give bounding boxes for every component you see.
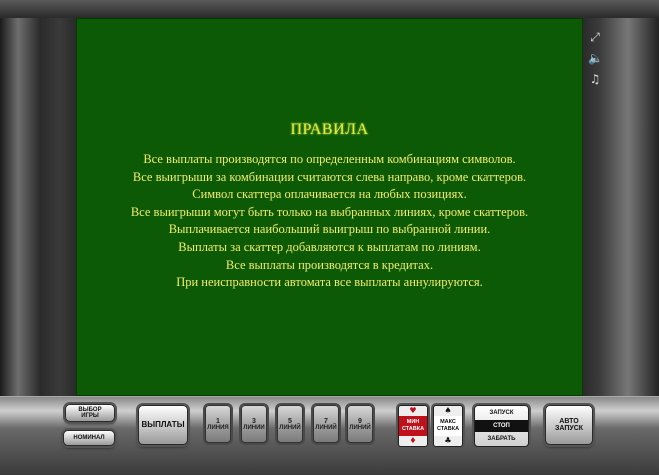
spade-icon: ♠ [444,406,452,415]
music-icon[interactable]: ♫ [588,72,602,86]
take-button[interactable]: ЗАБРАТЬ [475,432,528,446]
nominal-label: НОМИНАЛ [73,434,105,441]
choose-game-button[interactable]: ВЫБОР ИГРЫ [65,404,115,422]
rule-line: Все выплаты производятся в кредитах. [225,257,434,272]
cabinet-top-bar [0,0,659,18]
min-bet-label: МИН СТАВКА [399,416,427,436]
lines-3-label: ЛИНИИ [243,424,265,431]
min-bet-label-2: СТАВКА [401,426,425,432]
rule-line: Выплачивается наибольший выигрыш по выбр… [168,222,491,237]
lines-9-button[interactable]: 9 ЛИНИЙ [347,405,373,443]
auto-start-label-1: АВТО [559,417,579,425]
lines-1-button[interactable]: 1 ЛИНИЯ [205,405,231,443]
max-bet-label-2: СТАВКА [436,426,460,432]
payouts-button[interactable]: ВЫПЛАТЫ [138,405,188,445]
lines-3-button[interactable]: 3 ЛИНИИ [241,405,267,443]
rules-title: ПРАВИЛА [290,121,369,138]
lines-7-button[interactable]: 7 ЛИНИЙ [313,405,339,443]
lines-9-number: 9 [358,417,362,425]
lines-1-number: 1 [216,417,220,425]
side-icon-bar: ⤢ 🔈 ♫ [587,30,603,86]
start-stop-take-block: ЗАПУСК СТОП ЗАБРАТЬ [474,405,529,447]
lines-9-label: ЛИНИЙ [349,424,371,431]
rule-line: Выплаты за скаттер добавляются к выплата… [178,239,481,254]
auto-start-button[interactable]: АВТО ЗАПУСК [545,405,593,445]
lines-7-label: ЛИНИЙ [315,424,337,431]
rule-line: Все выигрыши за комбинации считаются сле… [132,169,527,184]
lines-7-number: 7 [324,417,328,425]
club-icon: ♣ [444,436,452,445]
lines-1-label: ЛИНИЯ [207,424,229,431]
start-button[interactable]: ЗАПУСК [475,406,528,420]
rule-line: Все выигрыши могут быть только на выбран… [130,204,529,219]
min-bet-label-1: МИН [406,419,420,425]
lines-5-number: 5 [288,417,292,425]
nominal-button[interactable]: НОМИНАЛ [63,430,115,446]
lines-3-number: 3 [252,417,256,425]
rule-line: При неисправности автомата все выплаты а… [176,275,483,290]
auto-start-label-2: ЗАПУСК [554,425,584,432]
rule-line: Символ скаттера оплачивается на любых по… [192,187,467,202]
lines-5-label: ЛИНИЙ [279,424,301,431]
choose-game-label-2: ИГРЫ [81,413,99,419]
min-bet-button[interactable]: ♥ МИН СТАВКА ♦ [398,405,428,447]
heart-icon: ♥ [409,406,417,415]
max-bet-label: МАКС СТАВКА [434,416,462,436]
stop-button[interactable]: СТОП [475,420,528,432]
max-bet-label-1: МАКС [440,419,456,425]
payouts-label: ВЫПЛАТЫ [141,419,185,429]
rules-list: Все выплаты производятся по определенным… [77,151,582,292]
lines-5-button[interactable]: 5 ЛИНИЙ [277,405,303,443]
max-bet-button[interactable]: ♠ МАКС СТАВКА ♣ [433,405,463,447]
rule-line: Все выплаты производятся по определенным… [143,152,516,166]
diamond-icon: ♦ [409,436,417,445]
fullscreen-icon[interactable]: ⤢ [588,30,602,44]
game-screen: ПРАВИЛА Все выплаты производятся по опре… [76,18,583,396]
sound-icon[interactable]: 🔈 [588,51,603,65]
